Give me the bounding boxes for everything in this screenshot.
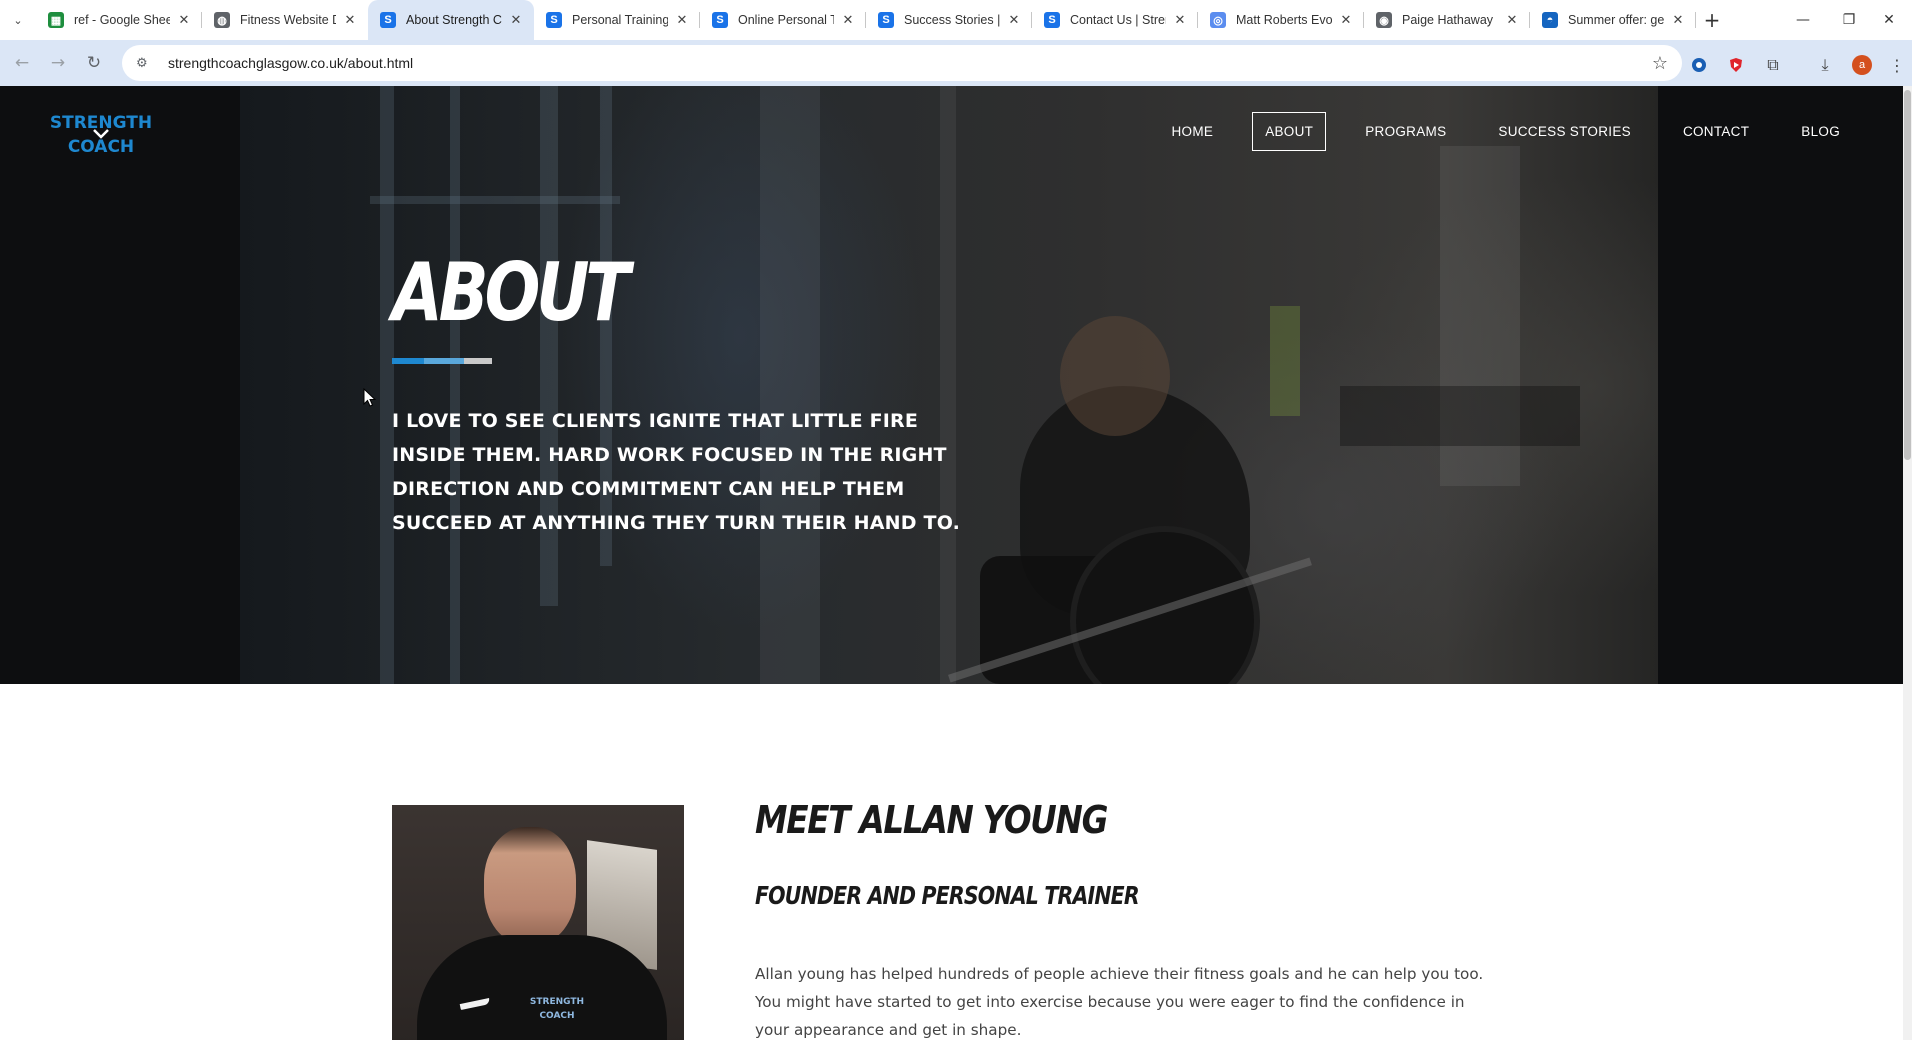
close-window-icon[interactable]: ✕ (1866, 0, 1912, 40)
accent-bar-light-blue (424, 358, 464, 364)
browser-tab[interactable]: ◎ Matt Roberts Evol ✕ (1198, 0, 1364, 40)
profile-initial: a (1852, 55, 1872, 75)
tab-close-icon[interactable]: ✕ (1338, 12, 1354, 28)
s-logo-icon: S (878, 12, 894, 28)
logo-top-text: STRENGTH (50, 113, 152, 133)
page-title: ABOUT (392, 246, 630, 339)
s-logo-icon: S (1044, 12, 1060, 28)
tab-close-icon[interactable]: ✕ (1172, 12, 1188, 28)
browser-tab[interactable]: ◍ Fitness Website D ✕ (202, 0, 368, 40)
browser-tab[interactable]: S Online Personal T ✕ (700, 0, 866, 40)
tab-title: Paige Hathaway (1402, 13, 1494, 27)
reload-icon[interactable]: ↻ (76, 45, 112, 81)
tab-title: Contact Us | Stren (1070, 13, 1166, 27)
tab-list: ▦ ref - Google Shee ✕ ◍ Fitness Website D ✕ S A… (36, 0, 1696, 40)
globe-icon: ◎ (1210, 12, 1226, 28)
tab-search-icon[interactable]: ⌄ (0, 0, 36, 40)
profile-avatar[interactable]: a (1849, 52, 1875, 78)
browser-tab[interactable]: S Contact Us | Stren ✕ (1032, 0, 1198, 40)
nav-blog[interactable]: BLOG (1788, 112, 1853, 151)
site-info-icon[interactable]: ⚙ (136, 56, 154, 71)
browser-tab[interactable]: S About Strength C ✕ (368, 0, 534, 40)
tab-separator (1695, 12, 1696, 28)
bookmark-star-icon[interactable]: ☆ (1652, 53, 1668, 74)
chat-icon: ◍ (214, 12, 230, 28)
strength-coach-logo[interactable]: STRENGTH COACH (40, 110, 162, 157)
brand-icon: ◓ (1542, 12, 1558, 28)
tab-title: Success Stories | S (904, 13, 1000, 27)
meet-heading: MEET ALLAN YOUNG (755, 798, 1108, 842)
nav-home[interactable]: HOME (1159, 112, 1227, 151)
tab-close-icon[interactable]: ✕ (342, 12, 358, 28)
nav-about[interactable]: ABOUT (1252, 112, 1327, 151)
browser-tab[interactable]: ◉ Paige Hathaway ✕ (1364, 0, 1530, 40)
browser-tab[interactable]: ◓ Summer offer: ge ✕ (1530, 0, 1696, 40)
extensions-puzzle-icon[interactable]: ⧉ (1760, 52, 1786, 78)
nav-contact[interactable]: CONTACT (1670, 112, 1762, 151)
mouse-cursor-icon (363, 388, 377, 407)
tab-strip: ⌄ ▦ ref - Google Shee ✕ ◍ Fitness Website D ✕… (0, 0, 1912, 40)
tab-title: Matt Roberts Evol (1236, 13, 1332, 27)
meet-paragraph: Allan young has helped hundreds of peopl… (755, 965, 1484, 1039)
s-logo-icon: S (546, 12, 562, 28)
s-logo-icon: S (380, 12, 396, 28)
shirt-logo: STRENGTH COACH (530, 997, 584, 1021)
tab-close-icon[interactable]: ✕ (1670, 12, 1686, 28)
photo-head (484, 827, 576, 945)
page-scrollbar[interactable] (1903, 86, 1912, 1040)
accent-bar-blue (392, 358, 424, 364)
download-icon[interactable]: ⤓ (1812, 52, 1838, 78)
logo-bottom-text: COACH (68, 137, 134, 156)
nav-success-stories[interactable]: SUCCESS STORIES (1485, 112, 1644, 151)
hero-section: STRENGTH COACH HOME ABOUT PROGRAMS SUCCESS … (0, 86, 1903, 684)
forward-icon[interactable]: → (40, 45, 76, 81)
hero-quote: I LOVE TO SEE CLIENTS IGNITE THAT LITTLE… (392, 410, 961, 534)
scrollbar-thumb[interactable] (1904, 90, 1911, 460)
globe-icon: ◉ (1376, 12, 1392, 28)
browser-tab[interactable]: S Success Stories | S ✕ (866, 0, 1032, 40)
tab-close-icon[interactable]: ✕ (840, 12, 856, 28)
accent-bar (392, 358, 492, 364)
minimize-icon[interactable]: — (1780, 0, 1826, 40)
address-bar[interactable]: ⚙ strengthcoachglasgow.co.uk/about.html … (122, 45, 1682, 81)
tab-close-icon[interactable]: ✕ (674, 12, 690, 28)
tab-title: Online Personal T (738, 13, 834, 27)
tab-title: ref - Google Shee (74, 13, 170, 27)
shirt-logo-bottom-text: COACH (539, 1011, 574, 1021)
tab-close-icon[interactable]: ✕ (1006, 12, 1022, 28)
allan-young-photo: STRENGTH COACH (392, 805, 684, 1040)
back-icon[interactable]: ← (4, 45, 40, 81)
tab-title: Fitness Website D (240, 13, 336, 27)
sheets-icon: ▦ (48, 12, 64, 28)
tab-close-icon[interactable]: ✕ (508, 12, 524, 28)
new-tab-button[interactable]: + (1696, 0, 1728, 40)
nav-programs[interactable]: PROGRAMS (1352, 112, 1459, 151)
extension-icon[interactable] (1686, 52, 1712, 78)
meet-subheading: FOUNDER AND PERSONAL TRAINER (755, 881, 1140, 910)
tab-close-icon[interactable]: ✕ (1504, 12, 1520, 28)
browser-tab[interactable]: ▦ ref - Google Shee ✕ (36, 0, 202, 40)
browser-tab[interactable]: S Personal Training ✕ (534, 0, 700, 40)
shield-extension-icon[interactable] (1723, 52, 1749, 78)
page-viewport: STRENGTH COACH HOME ABOUT PROGRAMS SUCCESS … (0, 86, 1903, 1040)
url-text[interactable]: strengthcoachglasgow.co.uk/about.html (168, 55, 413, 71)
main-nav: HOME ABOUT PROGRAMS SUCCESS STORIES CONTACT B… (1133, 112, 1854, 151)
tab-close-icon[interactable]: ✕ (176, 12, 192, 28)
shirt-logo-top-text: STRENGTH (530, 997, 584, 1007)
tab-title: Personal Training (572, 13, 668, 27)
accent-bar-grey (464, 358, 492, 364)
s-logo-icon: S (712, 12, 728, 28)
browser-toolbar: ← → ↻ ⚙ strengthcoachglasgow.co.uk/about… (0, 40, 1912, 86)
tab-title: About Strength C (406, 13, 502, 27)
tab-title: Summer offer: ge (1568, 13, 1664, 27)
browser-menu-icon[interactable]: ⋮ (1884, 52, 1910, 78)
gym-background-image (240, 86, 1658, 684)
